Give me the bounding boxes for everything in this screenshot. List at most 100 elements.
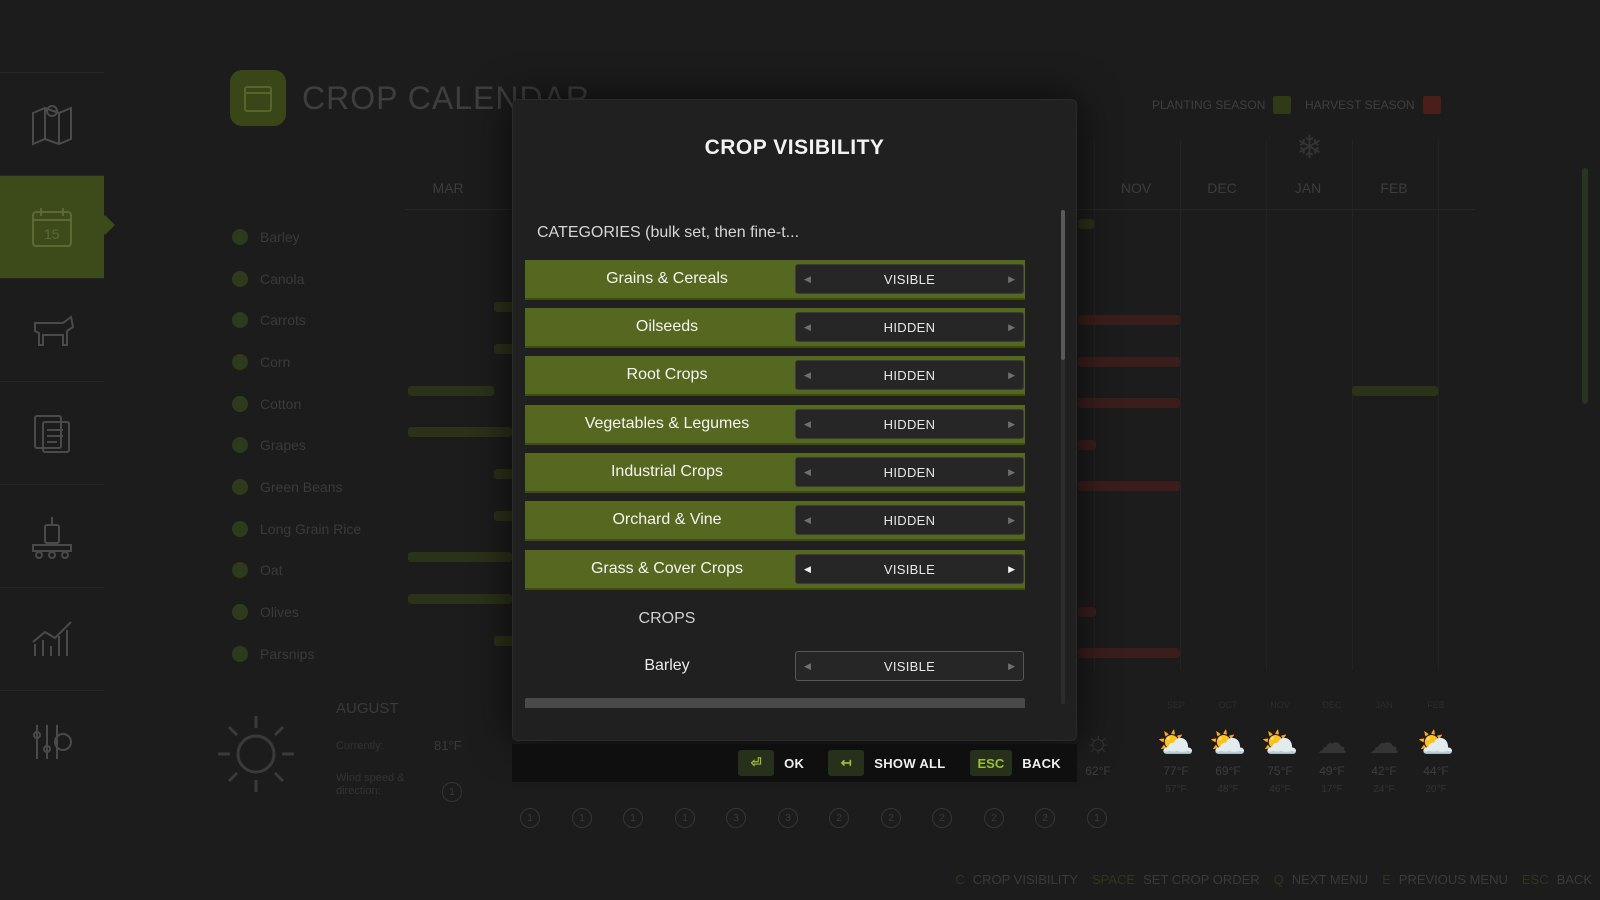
visibility-selector[interactable]: ◀ VISIBLE ▶ [795, 554, 1024, 584]
forecast-month: SEP [1166, 700, 1185, 710]
crop-row[interactable]: Cotton [232, 383, 361, 425]
grid-line [1352, 140, 1353, 670]
season-bar [1078, 481, 1180, 491]
forecast-month: FEB [1427, 700, 1445, 710]
grid-line [1266, 140, 1267, 670]
sidebar-item-map[interactable] [0, 72, 104, 175]
crop-row[interactable]: Corn [232, 341, 361, 383]
arrow-left-icon[interactable]: ◀ [804, 467, 811, 478]
visibility-selector[interactable]: ◀ HIDDEN ▶ [795, 505, 1024, 535]
forecast-high: 62°F [1085, 764, 1111, 778]
crop-row[interactable]: Green Beans [232, 466, 361, 508]
crop-row[interactable]: Oat [232, 550, 361, 592]
arrow-right-icon[interactable]: ▶ [1008, 467, 1015, 478]
visibility-selector[interactable]: ◀ HIDDEN ▶ [795, 409, 1024, 439]
crop-row-barley[interactable]: Barley ◀ VISIBLE ▶ [525, 646, 1025, 686]
category-label: Vegetables & Legumes [584, 415, 750, 432]
category-row-oilseeds[interactable]: Oilseeds ◀ HIDDEN ▶ [525, 308, 1025, 348]
season-bar [1078, 357, 1180, 367]
crop-name: Corn [260, 353, 291, 370]
season-bar [1078, 607, 1096, 617]
category-row-industrial-crops[interactable]: Industrial Crops ◀ HIDDEN ▶ [525, 453, 1025, 493]
sidebar-item-animals[interactable] [0, 278, 104, 381]
arrow-right-icon[interactable]: ▶ [1008, 419, 1015, 430]
category-row-grass-cover-crops[interactable]: Grass & Cover Crops ◀ VISIBLE ▶ [525, 550, 1025, 590]
season-bar [494, 469, 514, 479]
dialog-scrollbar-thumb[interactable] [1061, 210, 1065, 360]
visibility-selector[interactable]: ◀ HIDDEN ▶ [795, 360, 1024, 390]
crop-name: Carrots [260, 312, 306, 329]
crop-row[interactable]: Grapes [232, 424, 361, 466]
month-label: FEB [1380, 180, 1408, 196]
forecast-low: 20°F [1425, 784, 1447, 795]
hotkey-crop-visibility[interactable]: CROP VISIBILITY [973, 872, 1078, 887]
arrow-right-icon[interactable]: ▶ [1008, 274, 1015, 285]
category-label: Industrial Crops [610, 463, 724, 480]
hotkey-key: ESC [1521, 872, 1549, 887]
arrow-left-icon[interactable]: ◀ [804, 322, 811, 333]
forecast-high: 42°F [1371, 764, 1397, 778]
hotkey-bar: C CROP VISIBILITY SPACE SET CROP ORDER Q… [955, 872, 1592, 887]
forecast-day: ⛅ 44°F 20°F [1414, 726, 1458, 795]
wind-direction-icon: 1 [675, 808, 695, 828]
olives-icon [232, 604, 248, 621]
settings-icon [33, 725, 72, 759]
sidebar-item-statistics[interactable] [0, 587, 104, 690]
map-icon [32, 105, 72, 146]
hotkey-set-crop-order[interactable]: SET CROP ORDER [1143, 872, 1260, 887]
arrow-left-icon[interactable]: ◀ [804, 515, 811, 526]
arrow-left-icon[interactable]: ◀ [804, 661, 811, 672]
category-row-root-crops[interactable]: Root Crops ◀ HIDDEN ▶ [525, 356, 1025, 396]
crop-row[interactable]: Carrots [232, 299, 361, 341]
crop-row[interactable]: Long Grain Rice [232, 508, 361, 550]
category-label: Grass & Cover Crops [590, 560, 744, 577]
arrow-left-icon[interactable]: ◀ [804, 274, 811, 285]
visibility-selector[interactable]: ◀ VISIBLE ▶ [795, 264, 1024, 294]
crop-row[interactable]: Olives [232, 591, 361, 633]
sun-icon [214, 712, 298, 796]
arrow-left-icon[interactable]: ◀ [804, 564, 811, 575]
svg-text:15: 15 [44, 226, 60, 242]
legend-planting-swatch [1273, 96, 1292, 114]
sidebar-item-contracts[interactable] [0, 381, 104, 484]
legend-harvest-swatch [1422, 96, 1441, 114]
arrow-left-icon[interactable]: ◀ [804, 370, 811, 381]
forecast-day: ⛅ 75°F 46°F [1258, 726, 1302, 795]
visibility-selector[interactable]: ◀ HIDDEN ▶ [795, 312, 1024, 342]
hotkey-next-menu[interactable]: NEXT MENU [1292, 872, 1368, 887]
crop-visibility-dialog: CROP VISIBILITY CATEGORIES (bulk set, th… [512, 99, 1077, 741]
dialog-scrollbar[interactable] [1061, 210, 1065, 704]
category-row-vegetables-legumes[interactable]: Vegetables & Legumes ◀ HIDDEN ▶ [525, 405, 1025, 445]
arrow-left-icon[interactable]: ◀ [804, 419, 811, 430]
visibility-selector[interactable]: ◀ VISIBLE ▶ [795, 651, 1024, 681]
sidebar-item-production[interactable] [0, 484, 104, 587]
legend-planting-label: PLANTING SEASON [1152, 98, 1266, 112]
crop-row[interactable]: Barley [232, 216, 361, 258]
dialog-title: CROP VISIBILITY [704, 136, 885, 159]
wind-direction-icon: 2 [881, 808, 901, 828]
arrow-right-icon[interactable]: ▶ [1008, 515, 1015, 526]
crop-row[interactable]: Parsnips [232, 633, 361, 675]
back-button[interactable]: ESC BACK [969, 750, 1062, 776]
sidebar-item-calendar[interactable]: 15 [0, 175, 104, 278]
hotkey-previous-menu[interactable]: PREVIOUS MENU [1399, 872, 1508, 887]
show-all-button[interactable]: ↤ SHOW ALL [828, 750, 945, 776]
arrow-right-icon[interactable]: ▶ [1008, 661, 1015, 672]
visibility-selector[interactable]: ◀ HIDDEN ▶ [795, 457, 1024, 487]
crop-row-partial[interactable] [525, 698, 1025, 708]
ok-button[interactable]: ⏎ OK [738, 750, 804, 776]
hotkey-key: SPACE [1092, 872, 1136, 887]
category-row-orchard-vine[interactable]: Orchard & Vine ◀ HIDDEN ▶ [525, 501, 1025, 541]
currently-label: Currently: [336, 740, 384, 752]
category-row-grains-cereals[interactable]: Grains & Cereals ◀ VISIBLE ▶ [525, 260, 1025, 300]
category-label: Orchard & Vine [612, 511, 722, 528]
arrow-right-icon[interactable]: ▶ [1008, 564, 1015, 575]
crop-name: Green Beans [260, 478, 343, 495]
arrow-right-icon[interactable]: ▶ [1008, 370, 1015, 381]
page-scrollbar[interactable] [1582, 168, 1588, 404]
sidebar-item-settings[interactable] [0, 690, 104, 793]
arrow-right-icon[interactable]: ▶ [1008, 322, 1015, 333]
wind-direction-icon: 1 [1087, 808, 1107, 828]
crop-row[interactable]: Canola [232, 258, 361, 300]
hotkey-back[interactable]: BACK [1557, 872, 1592, 887]
